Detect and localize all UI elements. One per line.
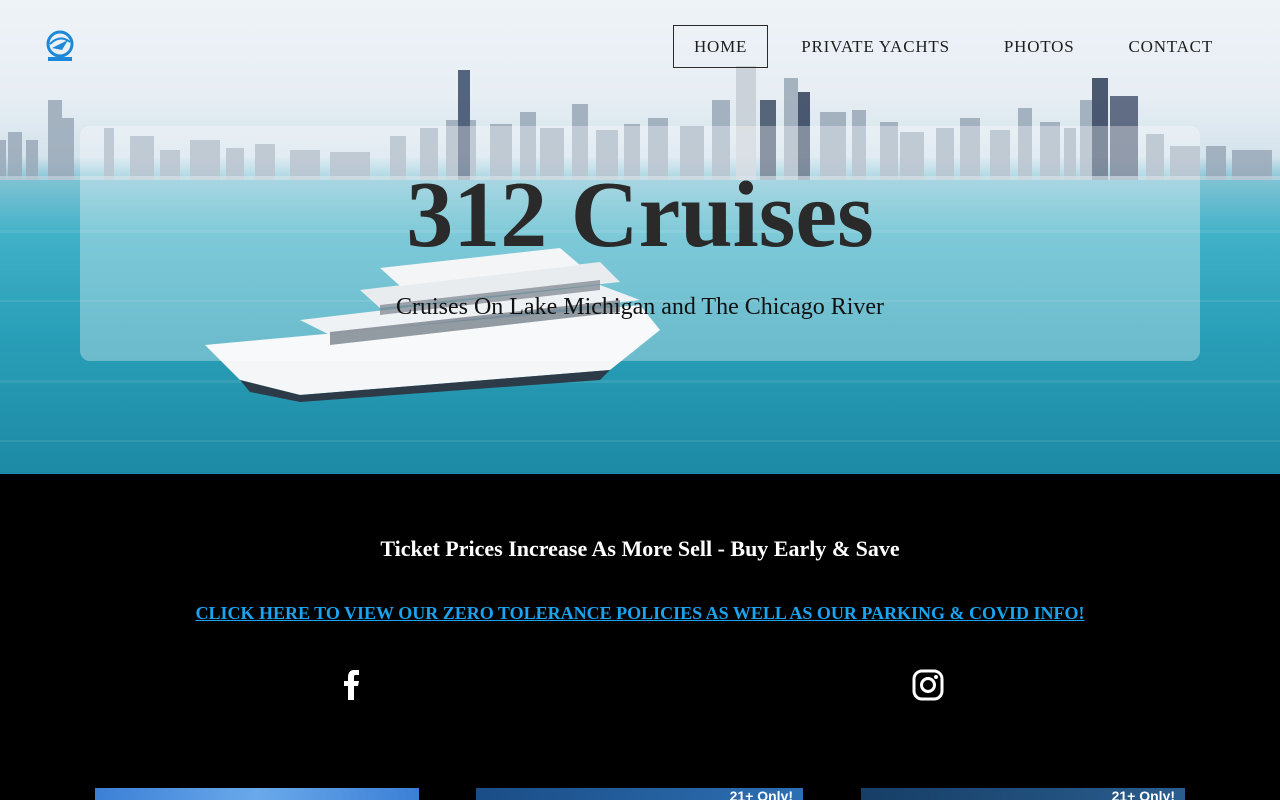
logo-icon <box>46 30 74 61</box>
thumbnail-card[interactable]: 21+ Only! <box>476 788 803 800</box>
nav-home[interactable]: HOME <box>672 25 769 68</box>
thumbnail-card[interactable] <box>95 788 419 800</box>
main-nav: HOME PRIVATE YACHTS PHOTOS CONTACT <box>661 25 1234 68</box>
thumbnail-row: 21+ Only! 21+ Only! <box>0 788 1280 800</box>
instagram-icon[interactable] <box>911 668 945 702</box>
nav-private-yachts[interactable]: PRIVATE YACHTS <box>780 25 971 68</box>
facebook-icon[interactable] <box>336 668 370 702</box>
hero-title: 312 Cruises <box>406 163 874 267</box>
nav-photos[interactable]: PHOTOS <box>983 25 1096 68</box>
ticket-price-notice: Ticket Prices Increase As More Sell - Bu… <box>380 536 900 561</box>
hero-section: HOME PRIVATE YACHTS PHOTOS CONTACT 312 C… <box>0 0 1280 474</box>
thumbnail-card[interactable]: 21+ Only! <box>861 788 1185 800</box>
info-section: Ticket Prices Increase As More Sell - Bu… <box>0 474 1280 800</box>
nav-contact[interactable]: CONTACT <box>1107 25 1234 68</box>
policy-info-link[interactable]: CLICK HERE TO VIEW OUR ZERO TOLERANCE PO… <box>0 603 1280 624</box>
hero-subtitle: Cruises On Lake Michigan and The Chicago… <box>395 294 885 320</box>
brand-logo[interactable] <box>42 28 78 64</box>
